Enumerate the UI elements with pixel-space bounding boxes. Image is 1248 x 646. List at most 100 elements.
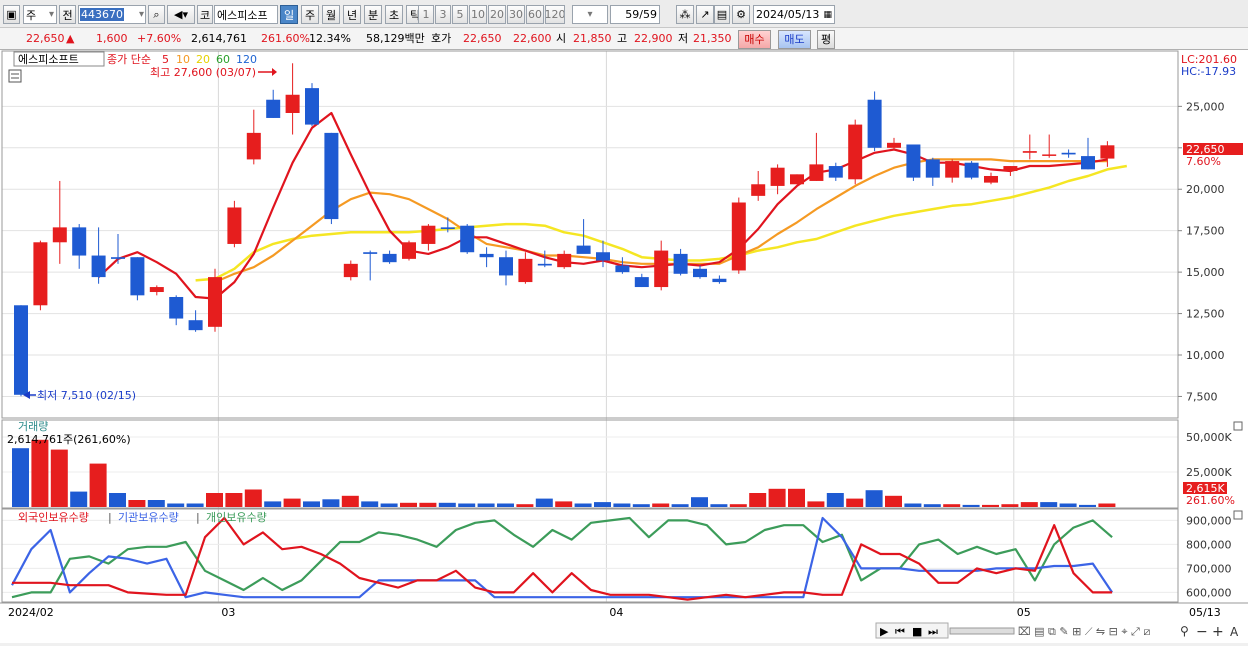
volume-bar	[322, 499, 340, 507]
volume-bar	[613, 503, 631, 507]
search-icon[interactable]: ⌕	[148, 5, 165, 24]
price-tick-label: 15,000	[1186, 266, 1225, 279]
candle-body	[731, 202, 746, 271]
window-menu-icon[interactable]: ▣	[3, 5, 20, 24]
forward-icon[interactable]: ⏭	[928, 625, 938, 638]
candle-body	[363, 252, 378, 254]
turnover: 12.34%	[309, 32, 351, 45]
volume-bars	[12, 439, 1116, 507]
buy-button[interactable]: 매수	[738, 30, 771, 49]
period-tab-3[interactable]: 년	[343, 5, 361, 24]
period-tab-0[interactable]: 일	[280, 5, 298, 24]
open-label: 시	[556, 32, 567, 45]
scroll-track[interactable]	[949, 627, 1015, 635]
volume-bar	[1059, 503, 1077, 507]
panel-close-icon	[1233, 510, 1243, 520]
candle-body	[634, 277, 649, 288]
holdings-tick-label: 600,000	[1186, 586, 1232, 599]
volume-bar	[128, 500, 146, 507]
low-label: 저	[678, 32, 689, 45]
legend-person: 개인보유수량	[206, 511, 267, 524]
hoga-label: 호가	[431, 32, 452, 45]
price-tick-label: 25,000	[1186, 100, 1225, 113]
candle-body	[52, 227, 67, 243]
volume-bar	[555, 501, 573, 507]
gear-icon[interactable]: ⚙	[732, 5, 750, 24]
unit-select[interactable]: ▾	[572, 5, 608, 24]
minute-option-10[interactable]: 10	[469, 5, 487, 24]
candle-body	[945, 161, 960, 178]
candle-body	[964, 162, 979, 178]
minute-option-120[interactable]: 120	[545, 5, 565, 24]
minute-option-5[interactable]: 5	[452, 5, 468, 24]
minute-option-3[interactable]: 3	[435, 5, 451, 24]
volume-bar	[788, 488, 805, 507]
chart-area[interactable]: 2024/0203040505/1325,00022,50020,00017,5…	[0, 50, 1248, 643]
price-tick-label: 10,000	[1186, 349, 1225, 362]
candle-body	[906, 144, 921, 178]
eval-button[interactable]: 평	[817, 30, 835, 49]
volume-bar	[632, 504, 650, 507]
market-select[interactable]: 주 ▾	[23, 5, 57, 24]
draw-icon[interactable]: ↗	[696, 5, 714, 24]
rewind-icon[interactable]: ⏮	[895, 625, 905, 638]
stock-name-field[interactable]: 에스피소프	[214, 5, 278, 24]
play-icon[interactable]: ▶	[880, 625, 889, 638]
volume-bar	[147, 500, 165, 507]
candle-body	[1042, 154, 1057, 156]
last-volume-pct: 261.60%	[1186, 494, 1235, 507]
legend-ma60: 60	[216, 53, 230, 66]
hc-label: HC:-17.93	[1181, 65, 1236, 78]
zoom-in-icon[interactable]: +	[1212, 624, 1224, 640]
chart-title: 에스피소프트	[18, 53, 79, 66]
stop-icon[interactable]: ■	[912, 625, 922, 638]
volume-bar	[710, 504, 728, 507]
table-toggle-icon[interactable]	[8, 69, 22, 83]
candles	[14, 63, 1115, 397]
link-icon[interactable]: ⁂	[676, 5, 694, 24]
legend-prefix: 종가 단순	[107, 53, 151, 66]
candle-body	[305, 88, 319, 125]
minute-option-1[interactable]: 1	[418, 5, 434, 24]
sell-button[interactable]: 매도	[778, 30, 811, 49]
period-tab-2[interactable]: 월	[322, 5, 340, 24]
market-value: 주	[26, 8, 37, 22]
candle-body	[421, 225, 436, 244]
volume-bar	[458, 503, 476, 507]
legend-sep-2: |	[196, 511, 200, 524]
period-tab-5[interactable]: 초	[385, 5, 403, 24]
period-tab-4[interactable]: 분	[364, 5, 382, 24]
volume-bar	[1020, 502, 1038, 507]
save-icon[interactable]: ▤	[714, 5, 730, 24]
auto-scale-icon[interactable]: A	[1230, 625, 1239, 639]
candle-body	[1061, 152, 1076, 155]
volume-bar	[70, 491, 88, 507]
minute-option-30[interactable]: 30	[507, 5, 525, 24]
sound-icon[interactable]: ◀▾	[167, 5, 195, 24]
chart-svg[interactable]: 2024/0203040505/1325,00022,50020,00017,5…	[0, 50, 1248, 643]
type-button[interactable]: 코	[197, 5, 213, 24]
toolbar: ▣ 주 ▾ 전 443670 ▾ ⌕ ◀▾ 코 에스피소프 일주월년분초틱 13…	[0, 0, 1248, 28]
period-tab-1[interactable]: 주	[301, 5, 319, 24]
high-label: 고	[617, 32, 628, 45]
count-value: 59	[625, 8, 640, 21]
person-holdings-line	[11, 516, 1113, 599]
candle-body	[693, 268, 707, 278]
volume-bar	[380, 503, 398, 507]
prefix-button[interactable]: 전	[59, 5, 76, 24]
zoom-icon[interactable]: ⚲	[1180, 624, 1189, 638]
tools-icon[interactable]: ⌧ ▤ ⧉ ✎ ⊞ ⟋ ⇋ ⊟ ⌖ ⤢ ⧄	[1018, 625, 1150, 638]
price-tick-label: 12,500	[1186, 308, 1225, 321]
date-field[interactable]: 2024/05/13 ▦	[753, 5, 835, 24]
minute-option-60[interactable]: 60	[526, 5, 544, 24]
legend-ma10: 10	[176, 53, 190, 66]
volume-bar	[652, 503, 670, 507]
volume-bar	[535, 498, 553, 507]
zoom-out-icon[interactable]: −	[1196, 624, 1208, 640]
count-field[interactable]: 59/59	[610, 5, 660, 24]
candle-body	[460, 225, 475, 253]
code-input[interactable]: 443670 ▾	[78, 5, 146, 24]
minute-option-20[interactable]: 20	[488, 5, 506, 24]
foreign-holdings-line	[12, 516, 1113, 601]
volume-value: 2,614,761	[191, 32, 247, 45]
